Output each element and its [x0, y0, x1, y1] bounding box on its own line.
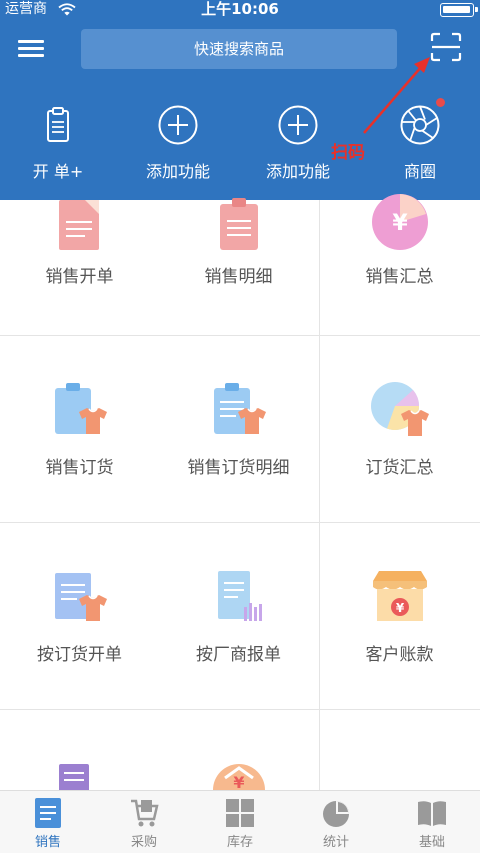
svg-text:¥: ¥ [392, 211, 408, 236]
booking-detail-icon [214, 383, 266, 434]
order-by-booking-icon [55, 573, 107, 621]
annotation-label: 扫码 [331, 143, 365, 163]
vendor-report-icon [218, 571, 262, 621]
sales-summary-icon: ¥ [372, 194, 428, 250]
grid-item-label: 销售订货 [45, 458, 114, 478]
grid-item-label: 按订货开单 [37, 645, 122, 665]
tab-label: 采购 [130, 835, 157, 850]
tab-label: 统计 [322, 835, 349, 850]
grid-item-label: 销售汇总 [365, 267, 434, 287]
sales-detail-icon [220, 198, 258, 250]
grid-item-sales-order[interactable]: 销售开单 [0, 200, 159, 335]
boxes-icon [226, 799, 254, 827]
tab-basics[interactable]: 基础 [384, 791, 480, 853]
app-screen: 运营商 上午10:06 快速搜索商品 开 单+ 添加功能 添加功能 商圈 扫码 … [0, 0, 480, 853]
clipboard-icon [47, 107, 69, 142]
tab-inventory[interactable]: 库存 [192, 791, 288, 853]
svg-text:¥: ¥ [396, 601, 405, 615]
tab-purchase[interactable]: 采购 [96, 791, 192, 853]
quick-action-label: 开 单+ [32, 162, 84, 181]
quick-action-add-1[interactable]: 添加功能 [123, 100, 233, 190]
tab-label: 库存 [226, 835, 253, 850]
grid-item-customer-account[interactable]: ¥ 客户账款 [320, 523, 480, 709]
aperture-icon [400, 105, 440, 145]
plus-circle-icon [158, 105, 198, 145]
grid-item-label: 销售开单 [45, 267, 114, 287]
notification-dot [436, 98, 445, 107]
header: 运营商 上午10:06 快速搜索商品 开 单+ 添加功能 添加功能 商圈 扫码 [0, 0, 480, 200]
grid-item-booking-summary[interactable]: 订货汇总 [320, 336, 480, 522]
sales-order-icon [59, 200, 99, 250]
scan-icon[interactable] [430, 32, 462, 62]
document-icon [35, 798, 61, 828]
quick-action-label: 商圈 [403, 162, 436, 181]
grid-item-partial-middle[interactable]: ¥ [159, 710, 319, 816]
status-time: 上午10:06 [201, 0, 279, 18]
grid-item-sales-summary[interactable]: ¥ 销售汇总 [320, 194, 480, 335]
grid-item-label: 客户账款 [365, 645, 434, 665]
grid-item-label: 销售明细 [204, 267, 273, 287]
tab-bar: 销售 采购 库存 统计 基础 [0, 790, 480, 853]
tab-label: 销售 [34, 835, 61, 850]
menu-icon[interactable] [18, 40, 44, 58]
booking-summary-icon [371, 382, 429, 436]
book-icon [418, 801, 446, 826]
status-bar: 运营商 上午10:06 [0, 0, 480, 20]
customer-account-icon: ¥ [373, 571, 427, 621]
quick-action-business-circle[interactable]: 商圈 [365, 100, 475, 190]
quick-action-label: 添加功能 [265, 162, 330, 181]
tab-label: 基础 [418, 835, 445, 850]
battery-icon [440, 3, 478, 17]
quick-action-label: 添加功能 [145, 162, 210, 181]
plus-circle-icon [278, 105, 318, 145]
cart-icon [131, 799, 159, 827]
grid-item-label: 订货汇总 [365, 458, 434, 478]
grid-item-partial-right[interactable] [320, 710, 480, 790]
grid-item-partial-left[interactable] [0, 710, 159, 804]
grid-item-sales-booking[interactable]: 销售订货 [0, 336, 159, 522]
grid-item-label: 销售订货明细 [187, 458, 290, 478]
search-input[interactable]: 快速搜索商品 [81, 29, 397, 69]
sales-booking-icon [55, 383, 107, 434]
pie-chart-icon [323, 801, 349, 827]
grid-item-vendor-report[interactable]: 按厂商报单 [159, 523, 319, 709]
tab-sales[interactable]: 销售 [0, 791, 96, 853]
grid-item-label: 按厂商报单 [196, 645, 281, 665]
function-grid: 销售开单 销售明细 ¥ 销售汇总 销售订货 销售订货明细 订货汇总 按订货开单 … [0, 194, 480, 816]
quick-action-new-order[interactable]: 开 单+ [3, 100, 113, 190]
grid-item-booking-detail[interactable]: 销售订货明细 [159, 336, 319, 522]
grid-item-order-by-booking[interactable]: 按订货开单 [0, 523, 159, 709]
tab-statistics[interactable]: 统计 [288, 791, 384, 853]
grid-item-sales-detail[interactable]: 销售明细 [159, 198, 319, 335]
